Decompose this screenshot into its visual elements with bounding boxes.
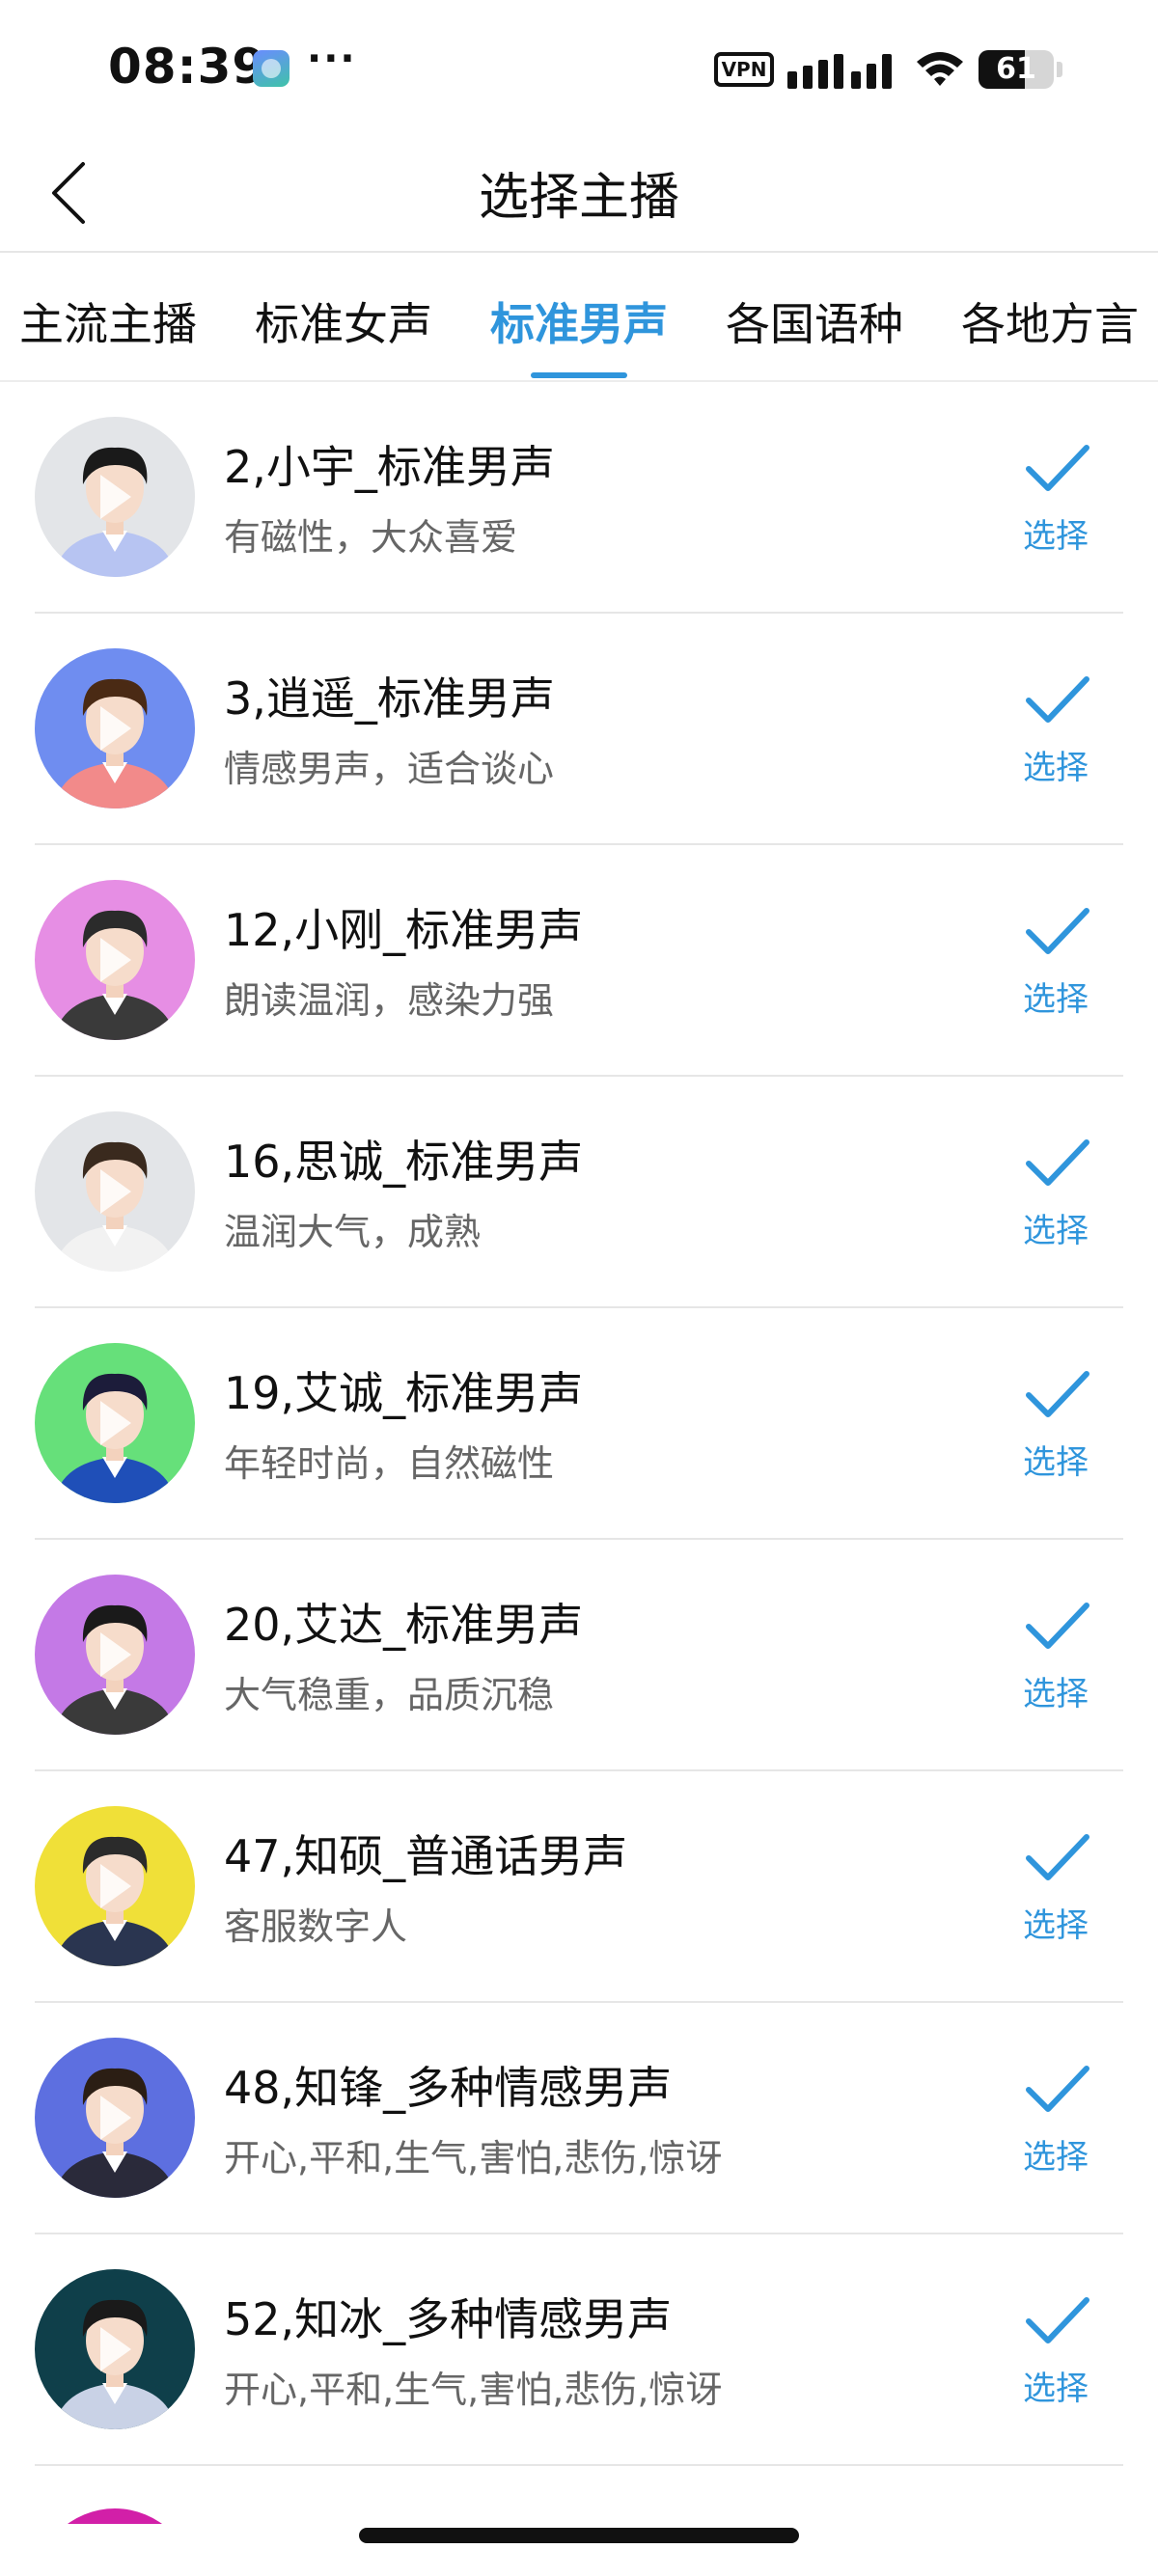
anchor-name: 3,逍遥_标准男声 [224, 672, 555, 725]
anchor-description: 客服数字人 [224, 1905, 408, 1948]
avatar-image [35, 880, 195, 1040]
select-button[interactable]: 选择 [988, 430, 1123, 565]
anchor-description: 情感男声，适合谈心 [224, 748, 555, 790]
checkmark-icon [1026, 1603, 1089, 1649]
select-button[interactable]: 选择 [988, 1357, 1123, 1492]
checkmark-icon [1026, 908, 1089, 954]
anchor-row[interactable]: 12,小刚_标准男声 朗读温润，感染力强 选择 [35, 845, 1123, 1077]
anchor-row[interactable]: 3,逍遥_标准男声 情感男声，适合谈心 选择 [35, 614, 1123, 845]
avatar-image [35, 1806, 195, 1966]
avatar-image [35, 2038, 195, 2198]
avatar[interactable] [35, 2038, 195, 2198]
avatar[interactable] [35, 1575, 195, 1735]
anchor-name: 19,艾诚_标准男声 [224, 1367, 584, 1419]
tab-standard-female[interactable]: 标准女声 [255, 289, 432, 353]
cellular-signal-icon [787, 48, 896, 89]
anchor-row[interactable]: 19,艾诚_标准男声 年轻时尚，自然磁性 选择 [35, 1308, 1123, 1540]
avatar-image [35, 417, 195, 577]
anchor-name: 48,知锋_多种情感男声 [224, 2062, 673, 2114]
tab-mainstream[interactable]: 主流主播 [19, 289, 197, 353]
anchor-row[interactable]: 48,知锋_多种情感男声 开心,平和,生气,害怕,悲伤,惊讶 选择 [35, 2003, 1123, 2234]
anchor-description: 朗读温润，感染力强 [224, 979, 555, 1022]
select-label: 选择 [1023, 749, 1089, 787]
status-time: 08:39 [108, 39, 267, 95]
anchor-name: 20,艾达_标准男声 [224, 1599, 584, 1651]
avatar-image [35, 1575, 195, 1735]
select-button[interactable]: 选择 [988, 1820, 1123, 1955]
select-label: 选择 [1023, 2370, 1089, 2408]
anchor-row[interactable]: 52,知冰_多种情感男声 开心,平和,生气,害怕,悲伤,惊讶 选择 [35, 2234, 1123, 2466]
battery-tip [1057, 62, 1062, 77]
anchor-description: 年轻时尚，自然磁性 [224, 1442, 555, 1485]
checkmark-icon [1026, 1139, 1089, 1186]
avatar[interactable] [35, 1806, 195, 1966]
checkmark-icon [1026, 445, 1089, 491]
anchor-description: 大气稳重，品质沉稳 [224, 1674, 555, 1716]
select-label: 选择 [1023, 1212, 1089, 1250]
home-indicator[interactable] [359, 2528, 799, 2543]
anchor-name: 12,小刚_标准男声 [224, 904, 584, 956]
anchor-name: 16,思诚_标准男声 [224, 1136, 584, 1188]
select-button[interactable]: 选择 [988, 1125, 1123, 1260]
wifi-icon [917, 52, 963, 86]
checkmark-icon [1026, 2297, 1089, 2343]
anchor-name: 2,小宇_标准男声 [224, 441, 555, 493]
checkmark-icon [1026, 676, 1089, 723]
select-label: 选择 [1023, 2138, 1089, 2177]
page-title: 选择主播 [478, 169, 679, 227]
avatar[interactable] [35, 417, 195, 577]
anchor-description: 开心,平和,生气,害怕,悲伤,惊讶 [224, 2137, 723, 2179]
anchor-name: 52,知冰_多种情感男声 [224, 2293, 673, 2345]
anchor-row[interactable]: 16,思诚_标准男声 温润大气，成熟 选择 [35, 1077, 1123, 1308]
battery-level: 61 [996, 52, 1036, 86]
vpn-icon: VPN [714, 52, 774, 87]
avatar-image [35, 1343, 195, 1503]
checkmark-icon [1026, 2066, 1089, 2112]
select-button[interactable]: 选择 [988, 662, 1123, 797]
avatar [35, 2508, 195, 2524]
anchor-description: 有磁性，大众喜爱 [224, 516, 518, 559]
anchor-row[interactable]: 20,艾达_标准男声 大气稳重，品质沉稳 选择 [35, 1540, 1123, 1771]
select-label: 选择 [1023, 1443, 1089, 1482]
active-tab-indicator [531, 372, 627, 378]
category-tabs: 主流主播 标准女声 标准男声 各国语种 各地方言 [0, 253, 1158, 382]
select-button[interactable]: 选择 [988, 1588, 1123, 1723]
avatar-image [35, 648, 195, 808]
avatar-image [35, 1111, 195, 1272]
status-bar: 08:39 ··· VPN 61 [0, 0, 1158, 135]
anchor-row[interactable]: 2,小宇_标准男声 有磁性，大众喜爱 选择 [35, 382, 1123, 614]
tab-standard-male[interactable]: 标准男声 [490, 289, 668, 353]
select-button[interactable]: 选择 [988, 893, 1123, 1028]
avatar[interactable] [35, 1111, 195, 1272]
anchor-row[interactable]: 47,知硕_普通话男声 客服数字人 选择 [35, 1771, 1123, 2003]
checkmark-icon [1026, 1371, 1089, 1417]
anchor-name: 47,知硕_普通话男声 [224, 1830, 628, 1882]
checkmark-icon [1026, 1834, 1089, 1880]
select-label: 选择 [1023, 980, 1089, 1019]
avatar[interactable] [35, 1343, 195, 1503]
nav-bar: 选择主播 [0, 135, 1158, 253]
select-label: 选择 [1023, 517, 1089, 556]
avatar-image [35, 2269, 195, 2429]
anchor-list: 2,小宇_标准男声 有磁性，大众喜爱 选择 3,逍遥_标准男声 情感男声，适合谈… [0, 382, 1158, 2466]
battery-icon: 61 [979, 50, 1054, 89]
select-label: 选择 [1023, 1906, 1089, 1945]
avatar[interactable] [35, 2269, 195, 2429]
app-notification-icon [253, 50, 290, 87]
tab-languages[interactable]: 各国语种 [726, 289, 903, 353]
anchor-description: 温润大气，成熟 [224, 1211, 482, 1253]
select-button[interactable]: 选择 [988, 2051, 1123, 2186]
partial-list-item [35, 2466, 1123, 2524]
anchor-description: 开心,平和,生气,害怕,悲伤,惊讶 [224, 2369, 723, 2411]
avatar[interactable] [35, 648, 195, 808]
tab-dialects[interactable]: 各地方言 [961, 289, 1139, 353]
avatar[interactable] [35, 880, 195, 1040]
select-button[interactable]: 选择 [988, 2283, 1123, 2418]
more-notifications-icon: ··· [307, 37, 357, 81]
select-label: 选择 [1023, 1675, 1089, 1713]
